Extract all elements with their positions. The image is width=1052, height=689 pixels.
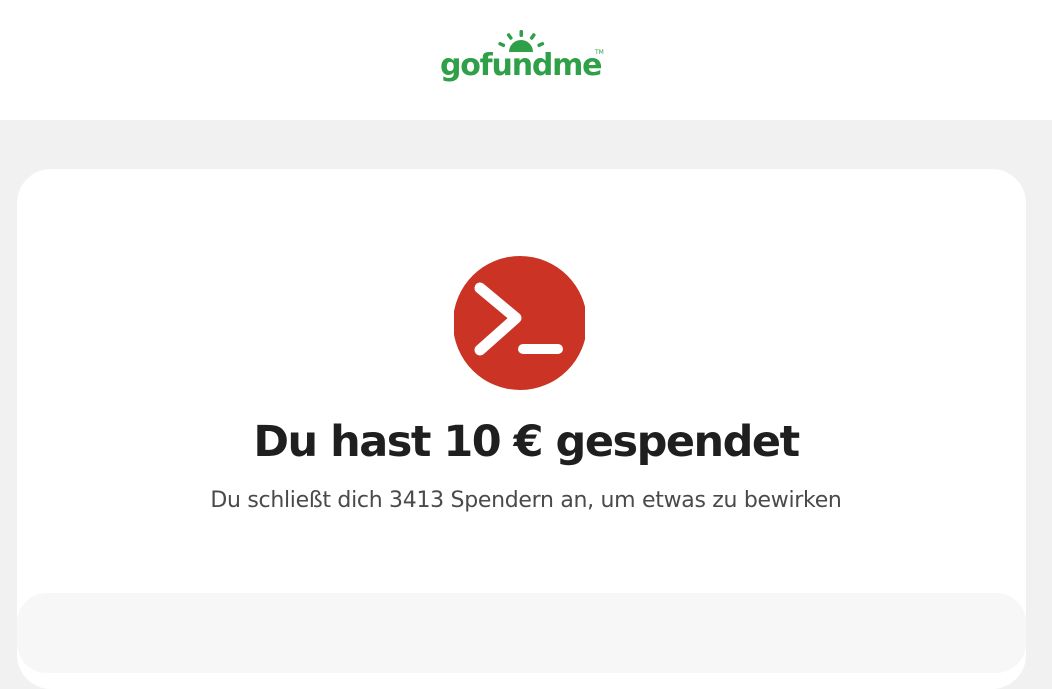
- share-panel: [17, 593, 1026, 673]
- donors-subline: Du schließt dich 3413 Spendern an, um et…: [210, 488, 842, 513]
- logo-wordmark: gofundme: [440, 48, 603, 83]
- logo-trademark: TM: [595, 49, 604, 56]
- donation-headline: Du hast 10 € gespendet: [253, 417, 800, 467]
- terminal-prompt-icon: [454, 256, 585, 390]
- gofundme-logo[interactable]: gofundme TM: [438, 30, 608, 88]
- site-header: gofundme TM: [0, 0, 1052, 120]
